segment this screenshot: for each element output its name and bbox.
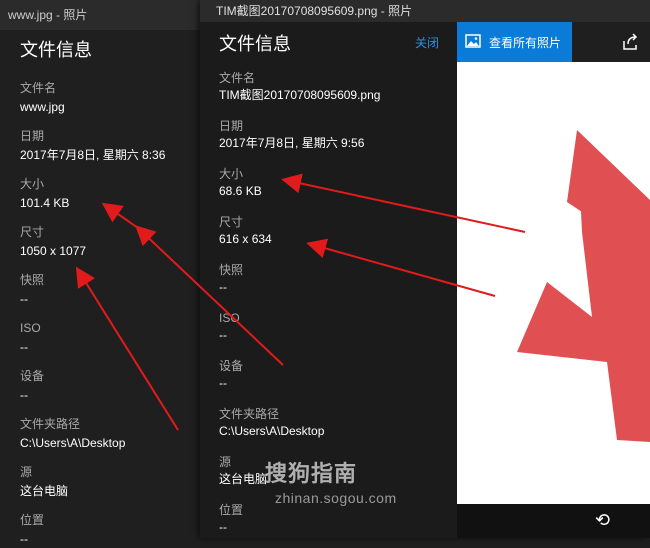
field-label: 文件夹路径	[219, 407, 280, 421]
field-value: --	[20, 340, 28, 354]
field-folder-path: 文件夹路径 C:\Users\A\Desktop	[219, 406, 457, 442]
field-value: --	[219, 520, 227, 534]
field-value: 2017年7月8日, 星期六 9:56	[219, 136, 365, 150]
watermark-url: zhinan.sogou.com	[275, 490, 397, 506]
back-window-title: www.jpg - 照片	[8, 8, 88, 22]
field-value: 101.4 KB	[20, 196, 70, 210]
field-label: 快照	[20, 273, 45, 287]
field-label: 文件夹路径	[20, 417, 81, 431]
see-all-photos-button[interactable]: 查看所有照片	[457, 22, 572, 62]
field-label: 快照	[219, 263, 244, 277]
field-location: 位置 --	[219, 502, 457, 538]
field-value: --	[219, 328, 227, 342]
field-filename: 文件名 TIM截图20170708095609.png	[219, 70, 457, 106]
field-label: 大小	[219, 167, 244, 181]
field-value: --	[219, 280, 227, 294]
field-date: 日期 2017年7月8日, 星期六 8:36	[20, 128, 200, 164]
field-device: 设备 --	[219, 358, 457, 394]
field-label: 设备	[219, 359, 244, 373]
back-panel-title: 文件信息	[20, 40, 92, 60]
back-arrow-icon[interactable]: ⟲	[595, 510, 610, 531]
photo-red-shape	[517, 130, 650, 442]
field-label: 大小	[20, 177, 45, 191]
see-all-photos-label: 查看所有照片	[489, 35, 562, 50]
field-dimensions: 尺寸 1050 x 1077	[20, 224, 200, 260]
field-value: 616 x 634	[219, 232, 272, 246]
photo-toolbar: 查看所有照片	[457, 22, 650, 62]
field-value: C:\Users\A\Desktop	[20, 436, 126, 450]
field-value: C:\Users\A\Desktop	[219, 424, 325, 438]
field-value: 这台电脑	[20, 484, 69, 498]
field-label: 尺寸	[219, 215, 244, 229]
field-label: 尺寸	[20, 225, 45, 239]
field-label: 日期	[20, 129, 45, 143]
field-dimensions: 尺寸 616 x 634	[219, 214, 457, 250]
field-device: 设备 --	[20, 368, 200, 404]
field-folder-path: 文件夹路径 C:\Users\A\Desktop	[20, 416, 200, 452]
field-value: --	[20, 292, 28, 306]
field-value: www.jpg	[20, 100, 65, 114]
field-label: 位置	[20, 513, 45, 527]
field-value: TIM截图20170708095609.png	[219, 88, 381, 102]
field-date: 日期 2017年7月8日, 星期六 9:56	[219, 118, 457, 154]
field-value: --	[219, 376, 227, 390]
field-label: 设备	[20, 369, 45, 383]
field-iso: ISO --	[219, 310, 457, 346]
back-file-info-panel: 文件信息 文件名 www.jpg 日期 2017年7月8日, 星期六 8:36 …	[0, 30, 200, 546]
field-size: 大小 101.4 KB	[20, 176, 200, 212]
field-label: 文件名	[219, 71, 256, 85]
field-snapshot: 快照 --	[219, 262, 457, 298]
close-link[interactable]: 关闭	[415, 34, 439, 51]
field-location: 位置 --	[20, 512, 200, 548]
field-label: ISO	[219, 311, 240, 325]
field-label: 源	[20, 465, 33, 479]
field-value: --	[20, 388, 28, 402]
photo-icon	[465, 33, 481, 51]
front-window-title: TIM截图20170708095609.png - 照片	[216, 4, 413, 18]
field-value: 68.6 KB	[219, 184, 262, 198]
bottom-strip: ⟲	[457, 504, 650, 538]
field-label: 日期	[219, 119, 244, 133]
field-source: 源 这台电脑	[20, 464, 200, 500]
photo-preview	[457, 62, 650, 504]
front-window-titlebar: TIM截图20170708095609.png - 照片	[200, 0, 650, 22]
field-label: 文件名	[20, 81, 57, 95]
field-iso: ISO --	[20, 320, 200, 356]
field-value: 2017年7月8日, 星期六 8:36	[20, 148, 166, 162]
field-filename: 文件名 www.jpg	[20, 80, 200, 116]
share-icon[interactable]	[620, 32, 640, 52]
field-size: 大小 68.6 KB	[219, 166, 457, 202]
watermark-text: 搜狗指南	[265, 461, 358, 486]
back-window-titlebar: www.jpg - 照片	[0, 0, 210, 30]
field-value: --	[20, 532, 28, 546]
field-snapshot: 快照 --	[20, 272, 200, 308]
field-label: ISO	[20, 321, 41, 335]
field-value: 1050 x 1077	[20, 244, 87, 258]
